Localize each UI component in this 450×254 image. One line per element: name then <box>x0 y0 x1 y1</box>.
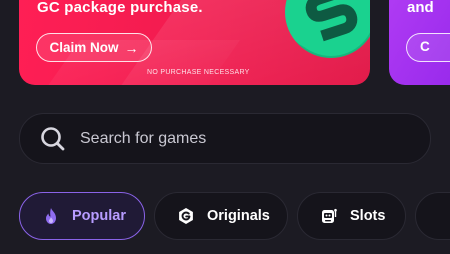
promo-secondary-headline: and <box>407 0 434 16</box>
category-label: Popular <box>72 208 126 224</box>
category-chip-popular[interactable]: Popular <box>19 192 145 240</box>
search-bar[interactable] <box>19 113 431 164</box>
search-icon <box>41 127 65 151</box>
promo-secondary-button[interactable]: C <box>406 33 450 62</box>
originals-g-icon <box>177 207 195 225</box>
promo-headline: GC package purchase. <box>37 0 203 16</box>
category-label: Originals <box>207 208 270 224</box>
slot-machine-icon <box>320 207 338 225</box>
claim-now-label: Claim Now <box>49 40 119 55</box>
claim-now-button[interactable]: Claim Now → <box>36 33 152 62</box>
category-chip-originals[interactable]: Originals <box>154 192 288 240</box>
category-chip-slots[interactable]: Slots <box>297 192 406 240</box>
flame-icon <box>42 207 60 225</box>
promo-banner-secondary[interactable]: and C <box>389 0 450 85</box>
app-viewport: GC package purchase. Claim Now → NO PURC… <box>0 0 450 254</box>
sweeps-coin-icon <box>285 0 370 58</box>
category-chip-more[interactable] <box>415 192 450 240</box>
arrow-right-icon: → <box>124 39 139 56</box>
promo-banner[interactable]: GC package purchase. Claim Now → NO PURC… <box>19 0 370 85</box>
category-label: Slots <box>350 208 386 224</box>
promo-disclaimer: NO PURCHASE NECESSARY <box>147 69 250 76</box>
search-input[interactable] <box>80 114 410 163</box>
